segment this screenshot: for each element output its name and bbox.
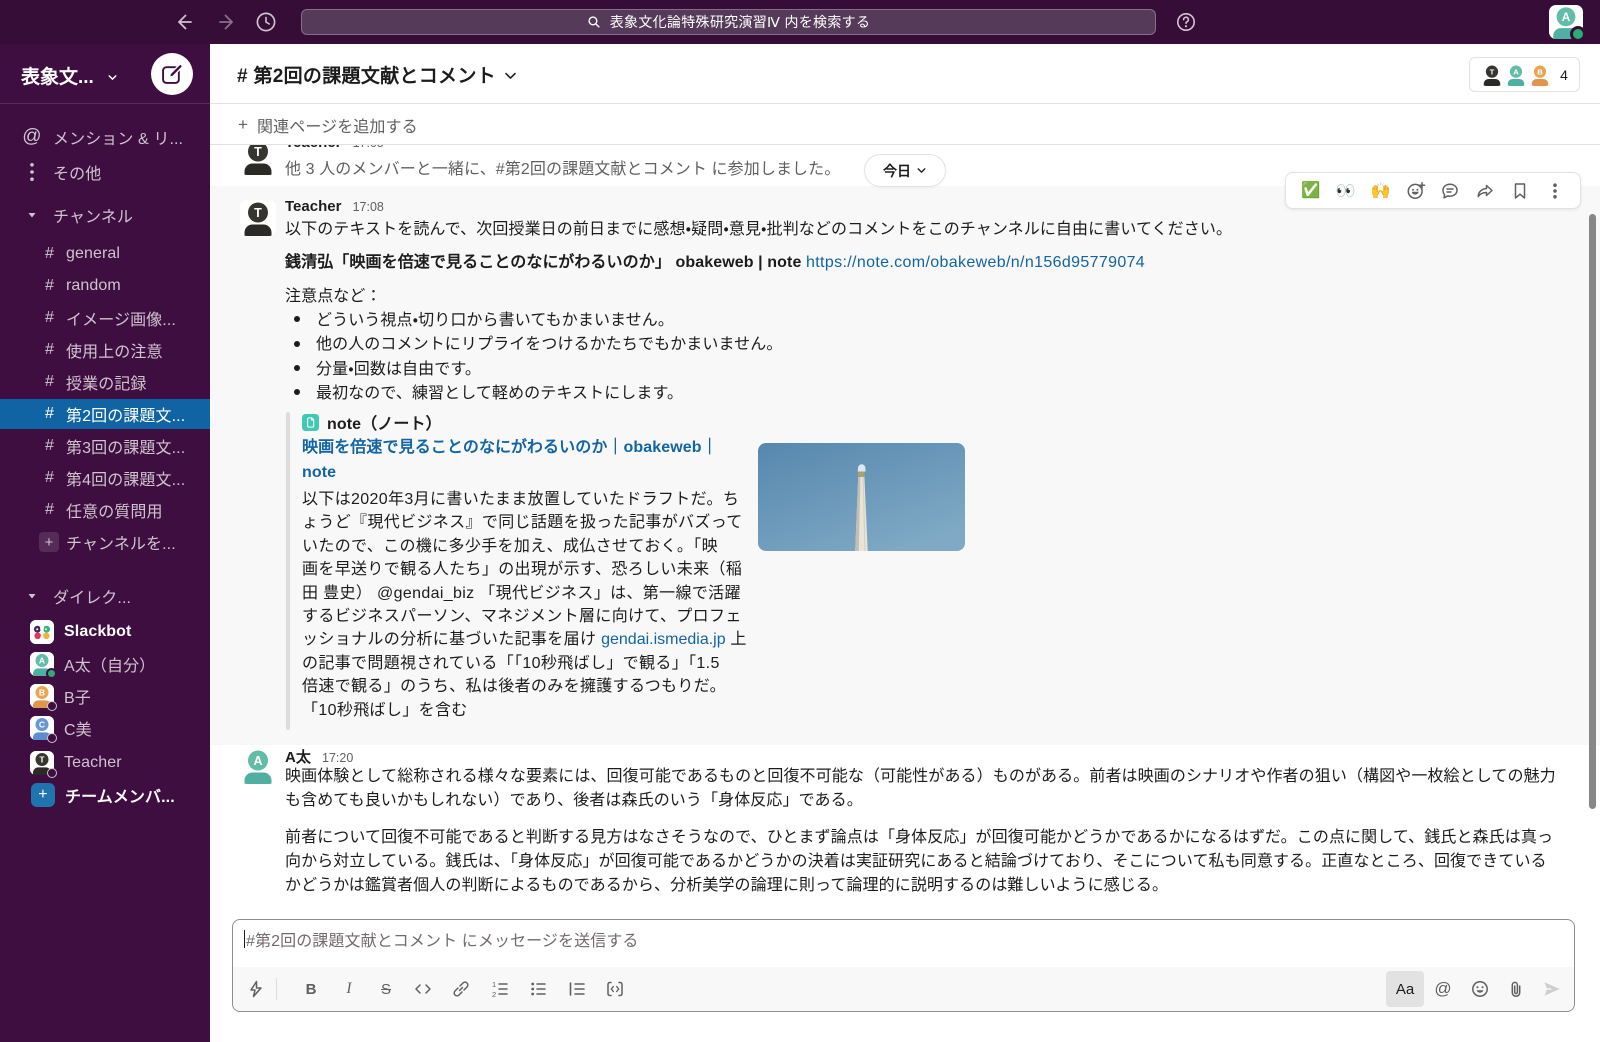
svg-text:T: T <box>254 206 262 220</box>
svg-text:T: T <box>1490 67 1495 76</box>
svg-text:A: A <box>1513 67 1519 76</box>
svg-text:1: 1 <box>492 980 496 989</box>
svg-text:T: T <box>39 755 45 765</box>
svg-text:B: B <box>39 688 45 698</box>
svg-text:A: A <box>39 656 45 666</box>
svg-text:2: 2 <box>492 990 496 999</box>
svg-text:T: T <box>254 145 262 159</box>
svg-text:A: A <box>253 754 262 768</box>
svg-text:A: A <box>1562 10 1571 24</box>
svg-text:C: C <box>39 720 45 730</box>
svg-text:B: B <box>1537 67 1543 76</box>
